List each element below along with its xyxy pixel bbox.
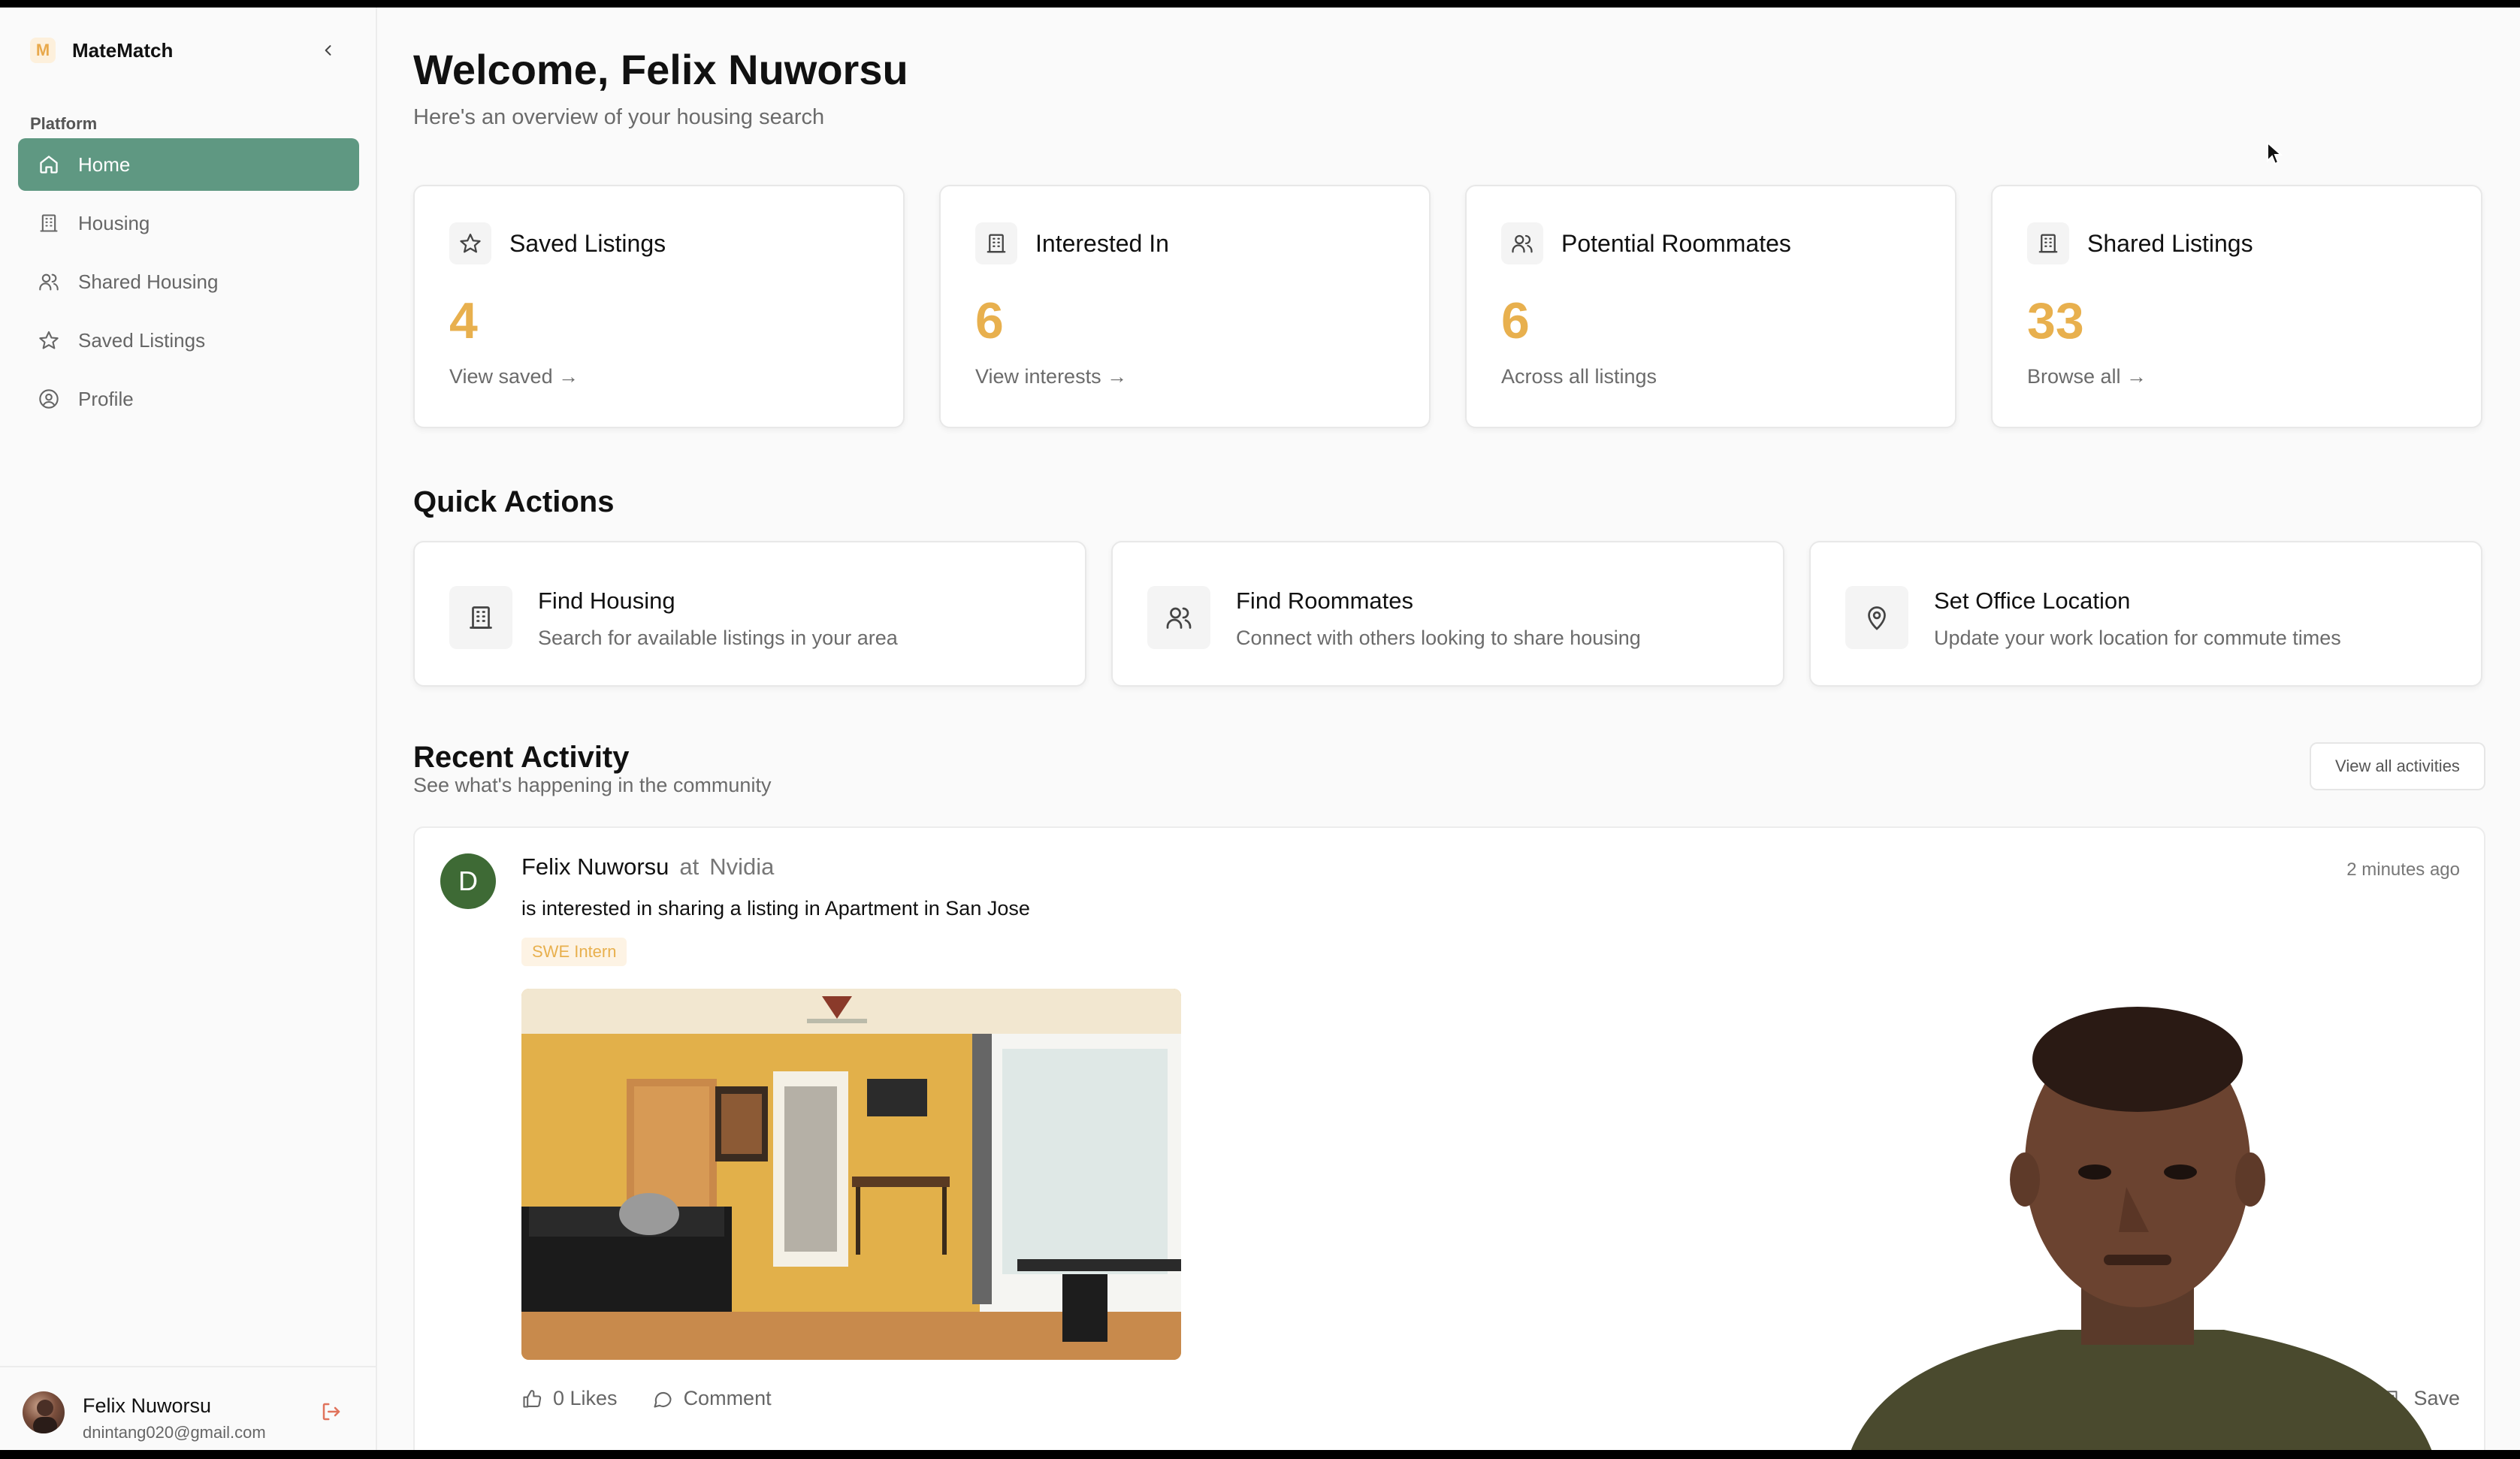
recent-activity-subtitle: See what's happening in the community xyxy=(413,774,772,796)
home-icon xyxy=(36,152,62,177)
user-circle-icon xyxy=(36,386,62,412)
find-roommates-action[interactable]: Find Roommates Connect with others looki… xyxy=(1111,541,1784,687)
recent-activity-title: Recent Activity xyxy=(413,741,630,774)
stat-value: 6 xyxy=(1501,292,1530,349)
sidebar-item-label: Home xyxy=(78,153,131,176)
sidebar: M MateMatch Platform Home Housing Shared… xyxy=(0,8,377,1450)
user-name: Felix Nuworsu xyxy=(83,1394,212,1417)
action-title: Set Office Location xyxy=(1934,588,2131,614)
stat-title: Saved Listings xyxy=(509,229,666,257)
sidebar-item-home[interactable]: Home xyxy=(18,138,359,191)
sidebar-item-label: Shared Housing xyxy=(78,270,219,293)
comment-icon xyxy=(654,1391,672,1408)
sidebar-nav: Home Housing Shared Housing Saved Listin… xyxy=(18,138,359,431)
stat-caption: Across all listings xyxy=(1501,365,1657,388)
logout-button[interactable] xyxy=(320,1400,347,1427)
brand[interactable]: M MateMatch xyxy=(30,38,173,63)
stat-title: Interested In xyxy=(1035,229,1169,257)
action-description: Update your work location for commute ti… xyxy=(1934,627,2341,649)
webcam-overlay xyxy=(1833,992,2449,1450)
map-pin-icon xyxy=(1845,586,1908,649)
activity-header: Felix Nuworsu at Nvidia xyxy=(521,853,774,881)
brand-logo: M xyxy=(30,38,56,63)
page-title: Welcome, Felix Nuworsu xyxy=(413,46,908,93)
sidebar-item-label: Profile xyxy=(78,387,134,410)
action-description: Connect with others looking to share hou… xyxy=(1236,627,1641,649)
sidebar-item-label: Saved Listings xyxy=(78,328,206,352)
brand-name: MateMatch xyxy=(72,38,174,62)
mouse-cursor-icon xyxy=(2266,140,2283,169)
building-icon xyxy=(975,222,1017,264)
stat-value: 33 xyxy=(2027,292,2084,349)
activity-timestamp: 2 minutes ago xyxy=(2346,859,2460,880)
star-icon xyxy=(449,222,491,264)
like-count: 0 Likes xyxy=(553,1387,618,1409)
sidebar-item-housing[interactable]: Housing xyxy=(18,197,359,249)
comment-button[interactable]: Comment xyxy=(652,1387,772,1410)
stat-link[interactable]: View saved → xyxy=(449,365,579,388)
stat-card-saved-listings[interactable]: Saved Listings 4 View saved → xyxy=(413,185,905,428)
users-icon xyxy=(36,269,62,295)
find-housing-action[interactable]: Find Housing Search for available listin… xyxy=(413,541,1086,687)
action-title: Find Roommates xyxy=(1236,588,1414,614)
activity-text: is interested in sharing a listing in Ap… xyxy=(521,897,1030,920)
stat-card-potential-roommates[interactable]: Potential Roommates 6 Across all listing… xyxy=(1465,185,1956,428)
sidebar-item-profile[interactable]: Profile xyxy=(18,373,359,425)
user-email: dnintang020@gmail.com xyxy=(83,1423,266,1442)
sidebar-item-label: Housing xyxy=(78,211,150,234)
collapse-sidebar-button[interactable] xyxy=(316,38,341,63)
building-icon xyxy=(449,586,512,649)
activity-user-name[interactable]: Felix Nuworsu xyxy=(521,853,669,880)
stat-value: 4 xyxy=(449,292,478,349)
sidebar-item-saved-listings[interactable]: Saved Listings xyxy=(18,314,359,367)
star-icon xyxy=(36,328,62,353)
avatar xyxy=(23,1391,65,1433)
comment-label: Comment xyxy=(683,1387,772,1409)
activity-avatar[interactable]: D xyxy=(440,853,496,909)
sidebar-user[interactable]: Felix Nuworsu dnintang020@gmail.com xyxy=(0,1366,376,1450)
stat-card-interested-in[interactable]: Interested In 6 View interests → xyxy=(939,185,1431,428)
app-screen: M MateMatch Platform Home Housing Shared… xyxy=(0,8,2520,1450)
activity-actions: 0 Likes Comment xyxy=(521,1387,806,1410)
listing-photo[interactable] xyxy=(521,989,1181,1360)
sidebar-section-label: Platform xyxy=(30,114,98,133)
stat-link[interactable]: View interests → xyxy=(975,365,1127,388)
action-description: Search for available listings in your ar… xyxy=(538,627,898,649)
view-all-activities-button[interactable]: View all activities xyxy=(2310,742,2485,790)
users-icon xyxy=(1147,586,1210,649)
users-icon xyxy=(1501,222,1543,264)
page-subtitle: Here's an overview of your housing searc… xyxy=(413,105,825,129)
stat-title: Potential Roommates xyxy=(1561,229,1791,257)
stat-value: 6 xyxy=(975,292,1004,349)
activity-at: at xyxy=(679,853,699,880)
sidebar-item-shared-housing[interactable]: Shared Housing xyxy=(18,255,359,308)
stat-card-shared-listings[interactable]: Shared Listings 33 Browse all → xyxy=(1991,185,2482,428)
building-icon xyxy=(2027,222,2069,264)
like-button[interactable]: 0 Likes xyxy=(521,1387,618,1410)
chevron-left-icon xyxy=(325,45,331,56)
building-icon xyxy=(36,210,62,236)
stat-title: Shared Listings xyxy=(2087,229,2253,257)
activity-company: Nvidia xyxy=(709,853,775,880)
action-title: Find Housing xyxy=(538,588,675,614)
quick-actions-title: Quick Actions xyxy=(413,485,615,518)
thumbs-up-icon xyxy=(523,1389,542,1408)
stat-link[interactable]: Browse all → xyxy=(2027,365,2147,388)
set-office-location-action[interactable]: Set Office Location Update your work loc… xyxy=(1809,541,2482,687)
logout-icon xyxy=(322,1403,340,1421)
activity-tag: SWE Intern xyxy=(521,938,627,966)
